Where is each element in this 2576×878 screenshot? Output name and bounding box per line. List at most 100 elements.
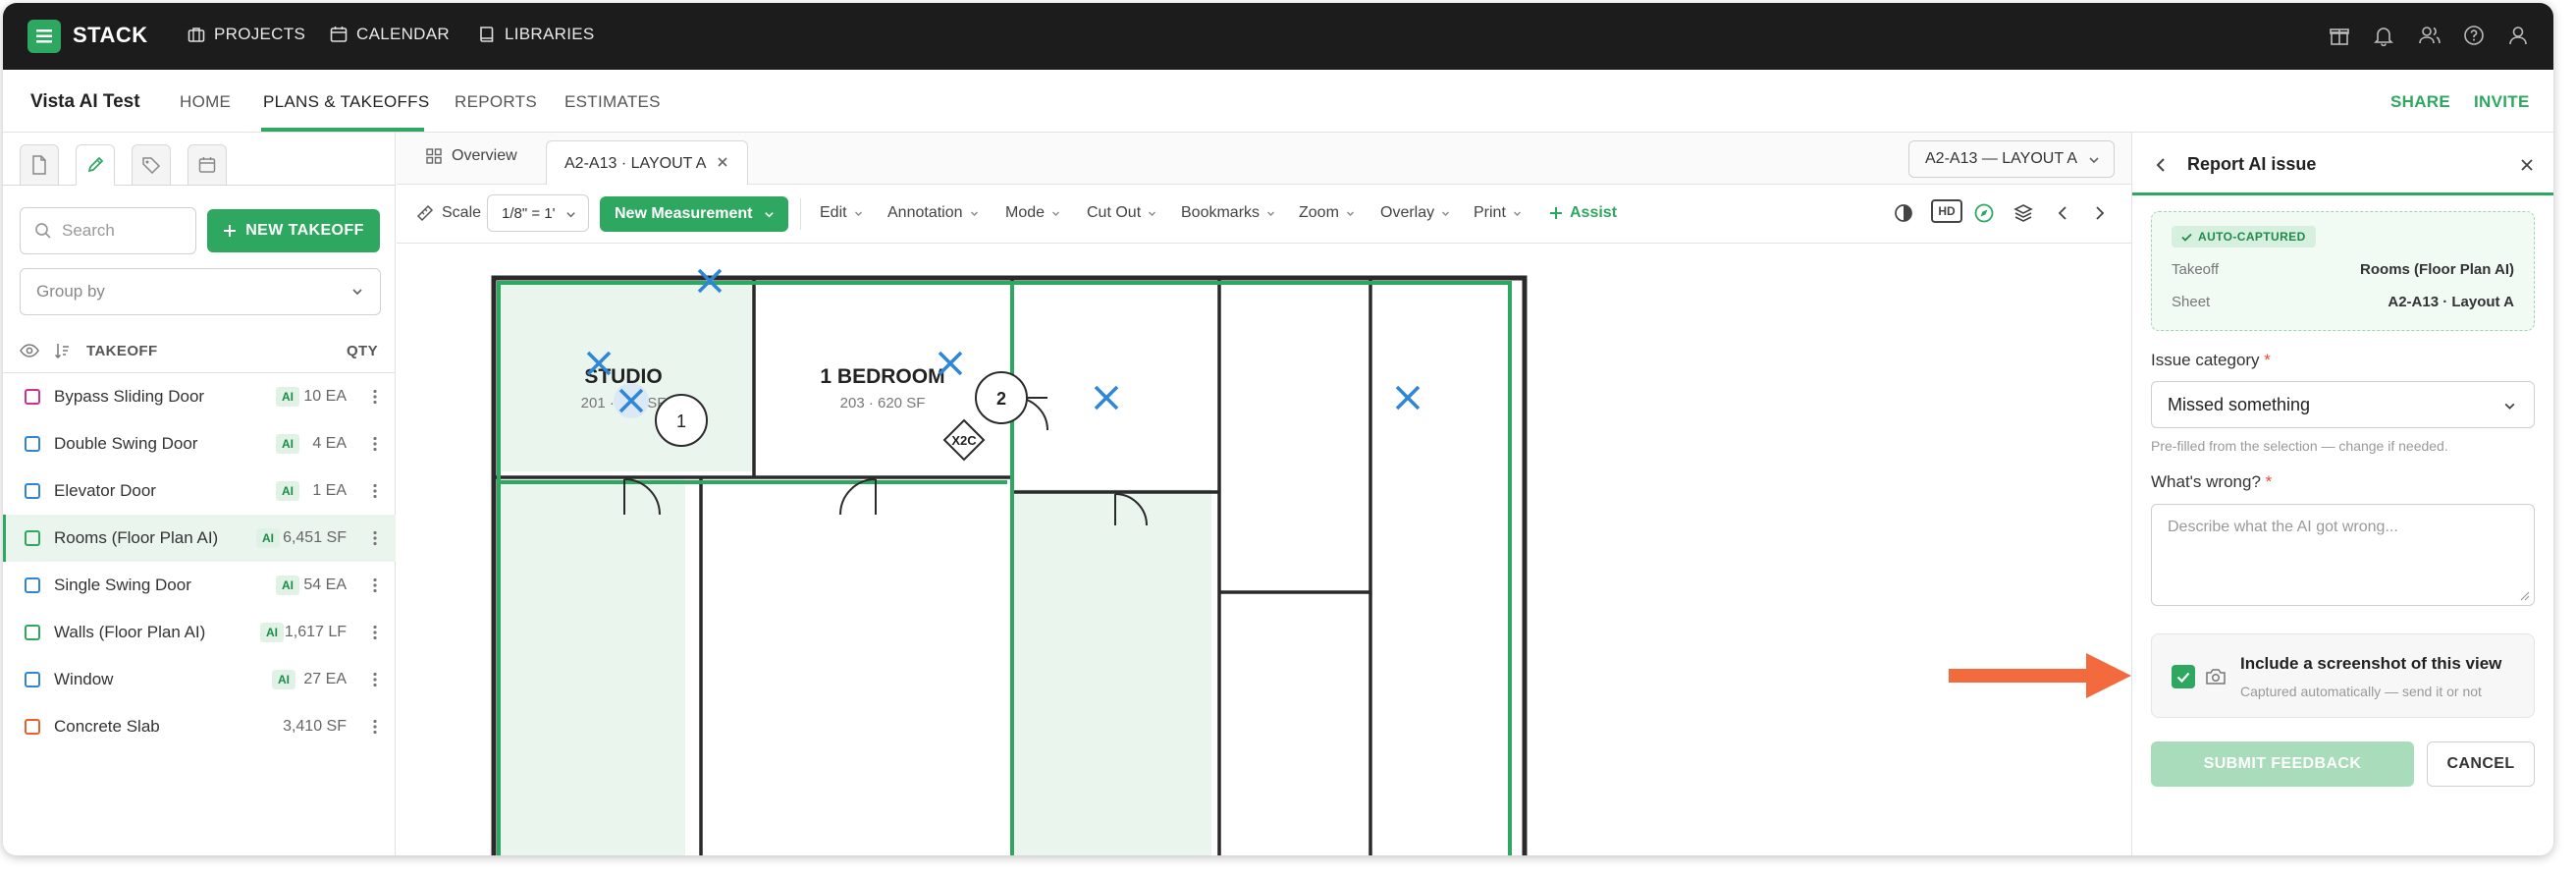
takeoff-row[interactable]: Bypass Sliding Door AI 10 EA — [3, 373, 396, 420]
close-icon[interactable] — [716, 155, 729, 169]
nav-projects[interactable]: PROJECTS — [188, 25, 305, 44]
invite-button[interactable]: INVITE — [2474, 92, 2530, 112]
takeoff-row[interactable]: Elevator Door AI 1 EA — [3, 467, 396, 515]
ai-badge: AI — [276, 387, 299, 407]
sheet-select[interactable]: A2-A13 — LAYOUT A — [1908, 140, 2115, 178]
plan-canvas[interactable]: STUDIO 201 · 410 SF 1 BEDROOM 203 · 620 … — [397, 244, 2131, 855]
nav-calendar[interactable]: CALENDAR — [330, 25, 450, 44]
plus-icon — [224, 225, 237, 237]
overview-tab[interactable]: Overview — [426, 147, 517, 165]
chevron-down-icon — [1442, 211, 1450, 216]
takeoff-name: Window — [54, 670, 114, 688]
takeoff-row[interactable]: Single Swing Door AI 54 EA — [3, 562, 396, 609]
takeoff-color-swatch[interactable] — [25, 625, 40, 640]
takeoff-row[interactable]: Walls (Floor Plan AI) AI 1,617 LF — [3, 609, 396, 656]
takeoff-row[interactable]: Window AI 27 EA — [3, 656, 396, 703]
back-icon[interactable] — [2154, 156, 2168, 174]
new-measurement-button[interactable]: New Measurement — [600, 196, 788, 232]
takeoff-color-swatch[interactable] — [25, 577, 40, 593]
new-takeoff-button[interactable]: NEW TAKEOFF — [207, 209, 380, 252]
group-by-select[interactable]: Group by — [20, 268, 381, 315]
takeoff-row[interactable]: Rooms (Floor Plan AI) AI 6,451 SF — [3, 515, 396, 562]
bell-icon[interactable] — [2373, 25, 2394, 46]
whats-wrong-textarea[interactable]: Describe what the AI got wrong... — [2151, 504, 2535, 606]
more-icon[interactable] — [372, 530, 378, 546]
ai-detection-marker[interactable] — [1395, 385, 1421, 411]
takeoff-row[interactable]: Concrete Slab 3,410 SF — [3, 703, 396, 750]
contrast-icon[interactable] — [1893, 202, 1914, 224]
gift-icon[interactable] — [2329, 25, 2350, 46]
floor-plan[interactable]: STUDIO 201 · 410 SF 1 BEDROOM 203 · 620 … — [397, 244, 2131, 855]
takeoff-row[interactable]: Double Swing Door AI 4 EA — [3, 420, 396, 467]
issue-category-value: Missed something — [2168, 394, 2311, 414]
close-icon[interactable] — [2519, 157, 2535, 173]
required-mark: * — [2264, 351, 2271, 369]
takeoff-color-swatch[interactable] — [25, 389, 40, 405]
menu-label: Zoom — [1299, 204, 1339, 221]
tab-plans-takeoffs[interactable]: PLANS & TAKEOFFS — [263, 92, 430, 112]
takeoff-color-swatch[interactable] — [25, 672, 40, 687]
more-icon[interactable] — [372, 577, 378, 593]
compass-icon[interactable] — [1973, 202, 1995, 224]
layers-icon[interactable] — [2012, 202, 2034, 224]
cancel-button[interactable]: CANCEL — [2427, 741, 2535, 787]
more-icon[interactable] — [372, 625, 378, 640]
resize-handle-icon[interactable] — [2518, 589, 2530, 601]
panel-tab-tags[interactable] — [132, 144, 171, 186]
more-icon[interactable] — [372, 672, 378, 687]
menu-cut-out[interactable]: Cut Out — [1087, 204, 1156, 222]
menu-label: Overlay — [1380, 204, 1435, 221]
app-logo[interactable] — [27, 20, 61, 53]
chevron-down-icon — [1346, 211, 1354, 216]
more-icon[interactable] — [372, 483, 378, 499]
include-screenshot-checkbox[interactable] — [2172, 665, 2195, 688]
menu-annotation[interactable]: Annotation — [887, 204, 979, 222]
assist-button[interactable]: Assist — [1550, 204, 1617, 222]
include-screenshot-option[interactable]: Include a screenshot of this view Captur… — [2151, 633, 2535, 718]
submit-feedback-button[interactable]: SUBMIT FEEDBACK — [2151, 741, 2414, 787]
panel-tab-calendar[interactable] — [188, 144, 227, 186]
ai-detection-marker[interactable] — [614, 383, 649, 418]
tab-reports[interactable]: REPORTS — [455, 92, 537, 112]
takeoff-color-swatch[interactable] — [25, 483, 40, 499]
takeoff-color-swatch[interactable] — [25, 530, 40, 546]
panel-tab-documents[interactable] — [20, 144, 59, 186]
ai-detection-marker[interactable] — [938, 351, 963, 376]
tab-home[interactable]: HOME — [180, 92, 231, 112]
calendar-icon — [198, 157, 216, 173]
menu-overlay[interactable]: Overlay — [1380, 204, 1450, 222]
search-input[interactable]: Search — [20, 207, 196, 254]
nav-libraries[interactable]: LIBRARIES — [478, 25, 595, 44]
chevron-right-icon[interactable] — [2091, 202, 2109, 224]
panel-tab-takeoffs[interactable] — [76, 144, 115, 186]
issue-category-select[interactable]: Missed something — [2151, 381, 2535, 428]
hd-toggle[interactable]: HD — [1931, 199, 1962, 223]
top-nav-bar: STACK PROJECTS CALENDAR LIBRARIES — [3, 3, 2553, 70]
takeoff-color-swatch[interactable] — [25, 436, 40, 452]
auto-captured-box: AUTO-CAPTURED Takeoff Rooms (Floor Plan … — [2151, 211, 2535, 331]
takeoff-table-header: TAKEOFF QTY — [3, 329, 396, 373]
chevron-left-icon[interactable] — [2054, 202, 2071, 224]
scale-select[interactable]: 1/8" = 1' — [487, 194, 589, 232]
more-icon[interactable] — [372, 719, 378, 735]
menu-mode[interactable]: Mode — [1005, 204, 1060, 222]
scale-label: Scale — [442, 204, 482, 221]
takeoff-color-swatch[interactable] — [25, 719, 40, 735]
more-icon[interactable] — [372, 389, 378, 405]
tab-estimates[interactable]: ESTIMATES — [564, 92, 661, 112]
user-icon[interactable] — [2507, 25, 2529, 46]
help-icon[interactable] — [2463, 25, 2485, 46]
menu-bookmarks[interactable]: Bookmarks — [1181, 204, 1275, 222]
sort-icon[interactable] — [54, 342, 70, 359]
menu-zoom[interactable]: Zoom — [1299, 204, 1355, 222]
share-button[interactable]: SHARE — [2390, 92, 2450, 112]
sheet-tab[interactable]: A2-A13 · LAYOUT A — [546, 140, 748, 186]
eye-icon[interactable] — [20, 343, 39, 358]
room-tag-1: 1 — [676, 412, 686, 431]
users-icon[interactable] — [2418, 25, 2442, 46]
menu-edit[interactable]: Edit — [820, 204, 863, 222]
ai-detection-marker[interactable] — [1094, 385, 1119, 411]
menu-print[interactable]: Print — [1474, 204, 1522, 222]
more-icon[interactable] — [372, 436, 378, 452]
takeoff-name: Elevator Door — [54, 481, 156, 500]
